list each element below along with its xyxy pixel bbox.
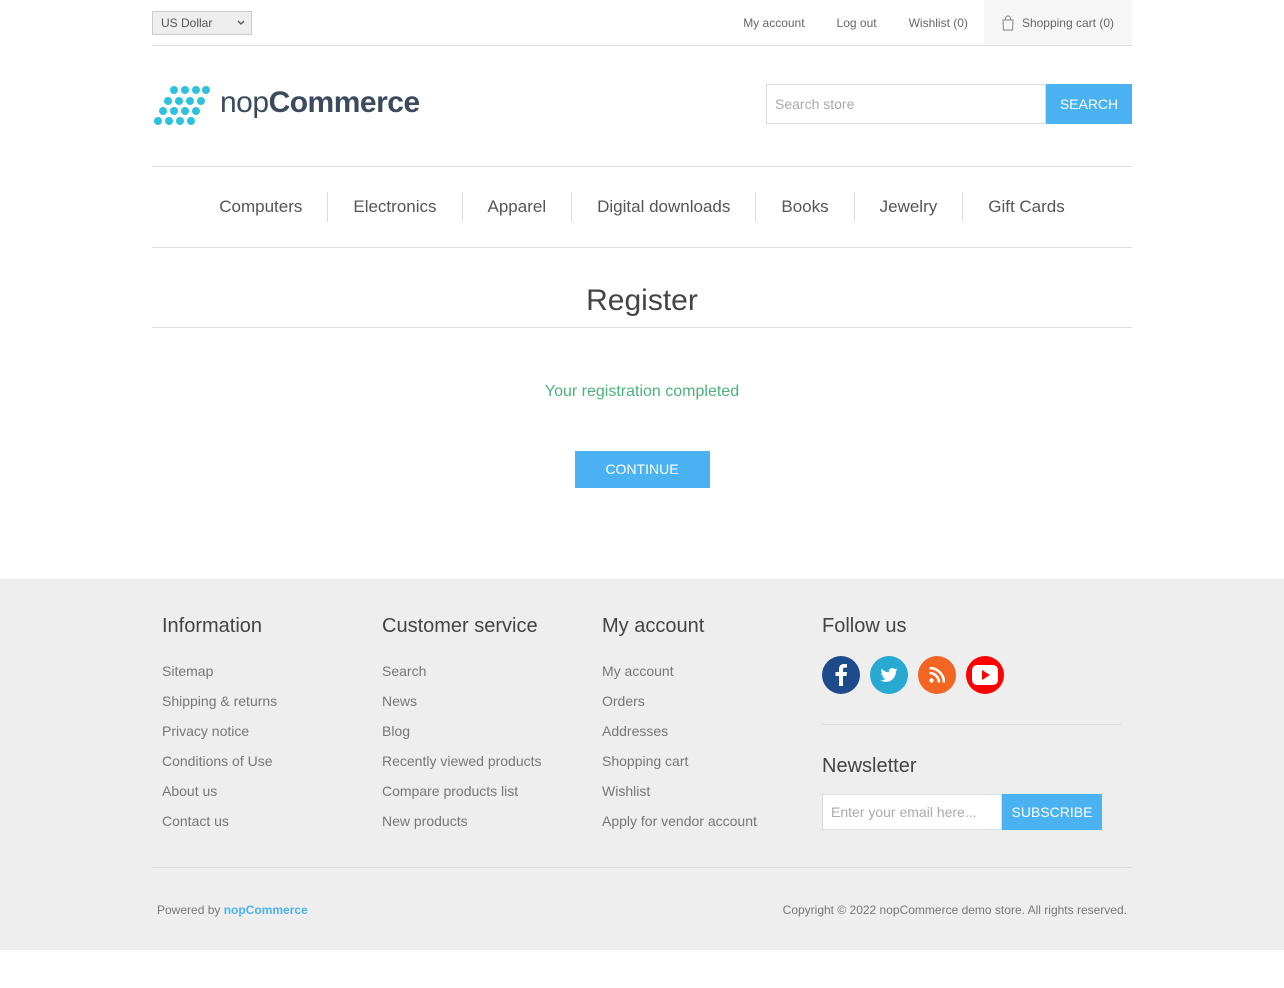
rss-icon[interactable]	[918, 656, 956, 694]
social-links	[822, 656, 1122, 694]
footer-link-contact-us[interactable]: Contact us	[162, 806, 382, 836]
wishlist-link[interactable]: Wishlist (0)	[909, 16, 968, 30]
footer: Information Sitemap Shipping & returns P…	[0, 579, 1284, 950]
footer-my-account: My account My account Orders Addresses S…	[602, 615, 822, 836]
footer-upper: Information Sitemap Shipping & returns P…	[152, 579, 1132, 868]
footer-lower: Powered by nopCommerce Copyright © 2022 …	[152, 868, 1132, 950]
newsletter-email-input[interactable]: Enter your email here...	[822, 794, 1002, 830]
footer-link-sitemap[interactable]: Sitemap	[162, 656, 382, 686]
menu-item-apparel[interactable]: Apparel	[461, 192, 572, 222]
logo[interactable]: nopCommerce	[154, 84, 420, 126]
twitter-icon[interactable]	[870, 656, 908, 694]
shopping-cart-label: Shopping cart (0)	[1021, 15, 1114, 30]
newsletter-title: Newsletter	[822, 755, 917, 777]
copyright: Copyright © 2022 nopCommerce demo store.…	[782, 903, 1127, 917]
footer-link-compare-products[interactable]: Compare products list	[382, 776, 602, 806]
footer-link-orders[interactable]: Orders	[602, 686, 822, 716]
logo-dots-icon	[154, 86, 210, 125]
logo-text: nopCommerce	[220, 86, 420, 119]
footer-customer-service-title: Customer service	[382, 615, 538, 637]
footer-link-blog[interactable]: Blog	[382, 716, 602, 746]
currency-value: US Dollar	[161, 16, 213, 30]
menu-item-computers[interactable]: Computers	[194, 192, 327, 222]
footer-link-wishlist[interactable]: Wishlist	[602, 776, 822, 806]
currency-selector[interactable]: US Dollar	[152, 11, 252, 35]
header-lower: nopCommerce Search store SEARCH	[152, 46, 1132, 166]
footer-link-about-us[interactable]: About us	[162, 776, 382, 806]
newsletter-form: Enter your email here... SUBSCRIBE	[822, 794, 1122, 830]
subscribe-button[interactable]: SUBSCRIBE	[1002, 794, 1102, 830]
footer-customer-service: Customer service Search News Blog Recent…	[382, 615, 602, 836]
continue-button[interactable]: CONTINUE	[574, 451, 710, 488]
registration-result-message: Your registration completed	[544, 383, 740, 400]
menu-item-jewelry[interactable]: Jewelry	[853, 192, 963, 222]
shopping-bag-icon	[1002, 14, 1014, 31]
footer-follow-us-title: Follow us	[822, 615, 907, 637]
log-out-link[interactable]: Log out	[837, 16, 877, 30]
footer-link-shipping-returns[interactable]: Shipping & returns	[162, 686, 382, 716]
menu-item-books[interactable]: Books	[755, 192, 853, 222]
page-title-bar: Register	[152, 248, 1132, 328]
footer-link-addresses[interactable]: Addresses	[602, 716, 822, 746]
footer-follow-us: Follow us Newsletter Enter your email he…	[822, 615, 1122, 830]
powered-by-link[interactable]: nopCommerce	[224, 903, 308, 917]
header-upper: US Dollar My account Log out Wishlist (0…	[152, 0, 1132, 46]
search-button[interactable]: SEARCH	[1046, 84, 1132, 124]
chevron-down-icon	[237, 20, 245, 25]
footer-divider	[822, 724, 1122, 725]
footer-link-search[interactable]: Search	[382, 656, 602, 686]
footer-link-news[interactable]: News	[382, 686, 602, 716]
powered-by: Powered by nopCommerce	[157, 903, 308, 917]
my-account-link[interactable]: My account	[743, 16, 804, 30]
menu-item-gift-cards[interactable]: Gift Cards	[962, 192, 1090, 222]
footer-link-recently-viewed[interactable]: Recently viewed products	[382, 746, 602, 776]
footer-information: Information Sitemap Shipping & returns P…	[162, 615, 382, 836]
search-input[interactable]: Search store	[766, 84, 1046, 124]
youtube-icon[interactable]	[966, 656, 1004, 694]
facebook-icon[interactable]	[822, 656, 860, 694]
page-title: Register	[586, 284, 698, 317]
menu-item-electronics[interactable]: Electronics	[327, 192, 461, 222]
header-links: My account Log out Wishlist (0) Shopping…	[743, 0, 1132, 45]
top-menu: Computers Electronics Apparel Digital do…	[152, 166, 1132, 248]
footer-information-title: Information	[162, 615, 263, 637]
footer-link-my-account[interactable]: My account	[602, 656, 822, 686]
powered-by-prefix: Powered by	[157, 903, 221, 917]
footer-my-account-title: My account	[602, 615, 705, 637]
shopping-cart-link[interactable]: Shopping cart (0)	[983, 0, 1132, 45]
footer-link-conditions-of-use[interactable]: Conditions of Use	[162, 746, 382, 776]
footer-link-shopping-cart[interactable]: Shopping cart	[602, 746, 822, 776]
footer-link-privacy-notice[interactable]: Privacy notice	[162, 716, 382, 746]
search-box: Search store SEARCH	[766, 84, 1132, 124]
menu-item-digital-downloads[interactable]: Digital downloads	[571, 192, 755, 222]
footer-link-new-products[interactable]: New products	[382, 806, 602, 836]
footer-link-vendor-account[interactable]: Apply for vendor account	[602, 806, 822, 836]
